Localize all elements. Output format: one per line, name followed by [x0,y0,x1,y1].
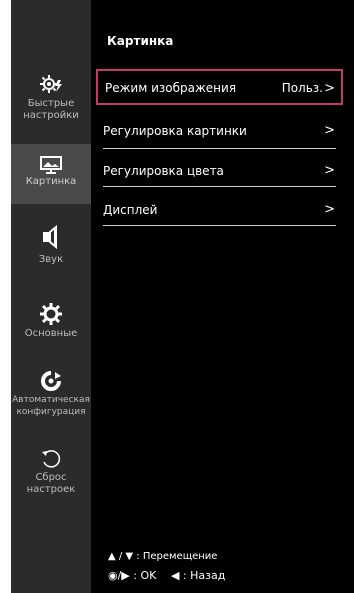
sidebar-label-general: Основные [24,328,78,339]
general-settings-icon [40,303,62,325]
sidebar-item-picture[interactable]: Картинка [11,144,91,204]
chevron-right-icon: > [324,123,335,138]
menu-item-label: Дисплей [103,203,158,217]
page-title: Картинка [107,34,174,48]
divider [103,186,336,187]
footer-navigate-hint: ▲ / ▼ : Перемещение [108,551,218,562]
sound-icon [43,224,57,250]
sidebar-item-reset[interactable]: Сброс настроек [11,448,91,504]
divider [103,225,336,226]
chevron-right-icon: > [324,202,335,217]
sidebar-label-auto-config: Автоматическая конфигурация [12,395,90,417]
chevron-right-icon: > [324,81,335,96]
menu-item-picture-mode[interactable]: Режим изображения Польз. > [96,69,343,105]
quick-settings-icon [40,75,62,93]
sidebar-label-reset: Сброс настроек [26,472,76,495]
sidebar-item-general[interactable]: Основные [11,302,91,350]
sidebar-label-picture: Картинка [25,176,77,187]
menu-item-label: Режим изображения [105,81,237,95]
menu-item-display[interactable]: Дисплей > [96,202,343,229]
divider [103,148,336,149]
menu-item-color-adjust[interactable]: Регулировка цвета > [96,163,343,190]
sidebar-item-auto-config[interactable]: Автоматическая конфигурация [11,370,91,426]
menu-item-picture-adjust[interactable]: Регулировка картинки > [96,123,343,150]
menu-item-label: Регулировка цвета [103,164,224,178]
chevron-right-icon: > [324,163,335,178]
footer-ok-hint: ◉/▶ : OK [108,569,157,582]
footer-back-hint: ◀ : Назад [171,569,226,582]
picture-icon [40,156,62,174]
reset-icon [42,450,61,468]
sidebar-item-sound[interactable]: Звук [11,224,91,282]
menu-item-value: Польз. [281,81,323,95]
sidebar-label-sound: Звук [38,254,64,265]
sidebar-label-quick-settings: Быстрые настройки [23,98,79,121]
auto-config-icon [41,371,61,391]
sidebar: Быстрые настройки Картинка Звук Основные… [11,0,91,593]
menu-item-label: Регулировка картинки [103,124,247,138]
sidebar-item-quick-settings[interactable]: Быстрые настройки [11,74,91,132]
